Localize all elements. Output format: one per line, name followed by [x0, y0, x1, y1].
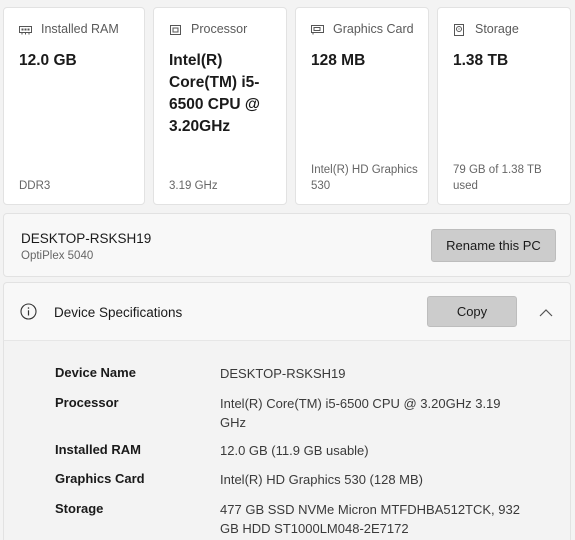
graphics-card-card: Graphics Card 128 MB Intel(R) HD Graphic…	[295, 7, 429, 205]
spec-label: Graphics Card	[55, 471, 145, 486]
card-title: Storage	[475, 22, 519, 36]
card-header: Storage	[453, 22, 519, 36]
ram-icon	[19, 24, 32, 35]
spec-value: 477 GB SSD NVMe Micron MTFDHBA512TCK, 93…	[220, 502, 520, 536]
section-title: Device Specifications	[54, 305, 183, 320]
pc-name: DESKTOP-RSKSH19	[21, 231, 152, 246]
card-title: Processor	[191, 22, 248, 36]
spec-label: Storage	[55, 501, 104, 516]
card-value: Intel(R) Core(TM) i5-6500 CPU @ 3.20GHz	[169, 52, 260, 135]
rename-pc-button[interactable]: Rename this PC	[431, 229, 556, 262]
card-subtext: 3.19 GHz	[169, 180, 218, 192]
spec-value: Intel(R) Core(TM) i5-6500 CPU @ 3.20GHz …	[220, 396, 501, 430]
card-title: Installed RAM	[41, 22, 119, 36]
card-header: Graphics Card	[311, 22, 414, 36]
processor-icon	[169, 24, 182, 35]
spec-label: Processor	[55, 395, 119, 410]
copy-button[interactable]: Copy	[427, 296, 517, 327]
info-icon	[20, 303, 37, 320]
pc-model: OptiPlex 5040	[21, 250, 94, 262]
card-subtext: 79 GB of 1.38 TB used	[453, 164, 542, 192]
spec-value: DESKTOP-RSKSH19	[220, 366, 346, 381]
card-header: Processor	[169, 22, 247, 36]
card-value: 128 MB	[311, 52, 366, 69]
spec-label: Installed RAM	[55, 442, 141, 457]
processor-card: Processor Intel(R) Core(TM) i5-6500 CPU …	[153, 7, 287, 205]
pc-name-row: DESKTOP-RSKSH19 OptiPlex 5040 Rename thi…	[3, 213, 571, 277]
card-title: Graphics Card	[333, 22, 414, 36]
graphics-card-icon	[311, 24, 324, 35]
installed-ram-card: Installed RAM 12.0 GB DDR3	[3, 7, 145, 205]
about-page: Installed RAM 12.0 GB DDR3 Processor Int…	[0, 0, 575, 540]
card-header: Installed RAM	[19, 22, 119, 36]
storage-card: Storage 1.38 TB 79 GB of 1.38 TB used	[437, 7, 571, 205]
card-subtext: DDR3	[19, 180, 51, 192]
device-specifications-body: Device Name DESKTOP-RSKSH19 Processor In…	[3, 340, 571, 540]
chevron-up-icon[interactable]	[539, 305, 553, 317]
card-value: 12.0 GB	[19, 52, 77, 69]
card-value: 1.38 TB	[453, 52, 509, 69]
spec-value: Intel(R) HD Graphics 530 (128 MB)	[220, 472, 424, 487]
card-subtext: Intel(R) HD Graphics 530	[311, 164, 418, 192]
device-specifications-header[interactable]: Device Specifications Copy	[3, 282, 571, 340]
storage-icon	[453, 23, 466, 36]
spec-label: Device Name	[55, 365, 136, 380]
spec-value: 12.0 GB (11.9 GB usable)	[220, 443, 369, 458]
